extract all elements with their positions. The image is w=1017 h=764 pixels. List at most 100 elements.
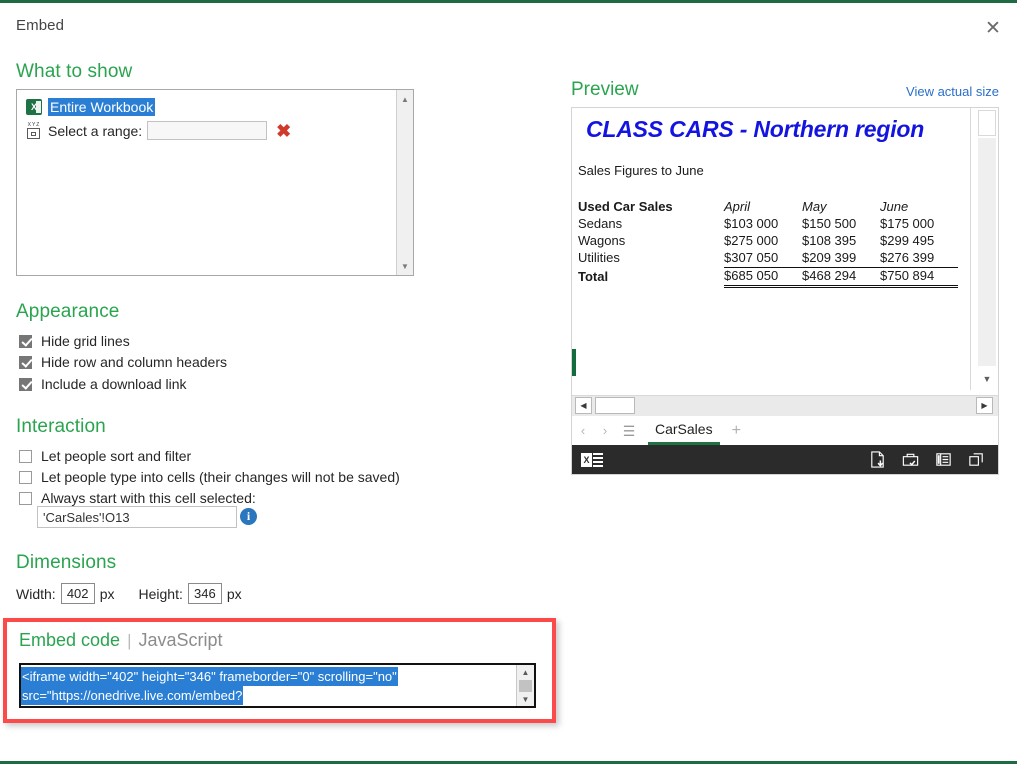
popout-icon[interactable]	[967, 450, 986, 469]
sheet-list-icon[interactable]: ☰	[616, 424, 642, 438]
embed-code-scrollbar[interactable]: ▲ ▼	[516, 665, 534, 706]
checkbox-hide-grid-lines[interactable]: Hide grid lines	[19, 333, 130, 349]
height-input[interactable]	[188, 583, 222, 604]
preview-footer-bar: X	[572, 445, 998, 474]
scroll-down-icon[interactable]: ▼	[397, 259, 413, 273]
excel-file-icon	[26, 99, 42, 115]
checkbox-label: Hide row and column headers	[41, 354, 227, 370]
checkbox-label: Hide grid lines	[41, 333, 130, 349]
appearance-heading: Appearance	[16, 301, 119, 323]
select-range-label: Select a range:	[48, 123, 142, 139]
checkbox-box[interactable]	[19, 471, 32, 484]
checkbox-label: Include a download link	[41, 376, 187, 392]
scroll-down-icon[interactable]: ▼	[517, 693, 534, 705]
column-header-april: April	[724, 199, 802, 216]
info-icon[interactable]: i	[240, 508, 257, 525]
checkbox-label: Let people type into cells (their change…	[41, 469, 400, 485]
checkbox-box[interactable]	[19, 492, 32, 505]
data-view-icon[interactable]	[934, 450, 953, 469]
cell-value: $750 894	[880, 268, 958, 287]
listbox-scrollbar[interactable]: ▲ ▼	[396, 90, 413, 275]
interaction-heading: Interaction	[16, 416, 106, 438]
start-cell-input[interactable]	[37, 506, 237, 528]
checkbox-box[interactable]	[19, 450, 32, 463]
table-total-row: Total $685 050 $468 294 $750 894	[578, 268, 958, 287]
checkbox-type-into-cells[interactable]: Let people type into cells (their change…	[19, 469, 400, 485]
selected-cell-marker	[572, 349, 576, 376]
row-label: Total	[578, 268, 724, 287]
what-to-show-listbox[interactable]: Entire Workbook XYZ Select a range: ✖ ▲ …	[16, 89, 414, 276]
checkbox-box[interactable]	[19, 335, 32, 348]
download-icon[interactable]	[868, 450, 887, 469]
sheet-tab-bar: ‹ › ☰ CarSales +	[572, 416, 998, 445]
scroll-right-icon[interactable]: ▶	[976, 397, 993, 414]
clear-range-icon[interactable]: ✖	[276, 122, 291, 140]
cell-value: $468 294	[802, 268, 880, 287]
excel-logo-icon: X	[581, 453, 603, 467]
sheet-subtitle: Sales Figures to June	[578, 163, 704, 178]
embed-code-panel: Embed code | JavaScript <iframe width="4…	[3, 618, 556, 723]
scroll-down-icon[interactable]: ▼	[978, 370, 996, 388]
tab-embed-code[interactable]: Embed code	[19, 630, 120, 651]
scroll-track[interactable]	[978, 138, 996, 366]
dialog-title: Embed	[16, 17, 64, 34]
checkbox-hide-row-column-headers[interactable]: Hide row and column headers	[19, 354, 227, 370]
dimensions-row: Width: px Height: px	[16, 583, 242, 604]
dimensions-heading: Dimensions	[16, 552, 116, 574]
range-input[interactable]	[147, 121, 267, 140]
cell-value: $209 399	[802, 250, 880, 268]
next-sheet-icon[interactable]: ›	[594, 423, 616, 438]
embed-code-tabs: Embed code | JavaScript	[19, 630, 223, 651]
entire-workbook-label: Entire Workbook	[48, 98, 155, 116]
tab-javascript[interactable]: JavaScript	[139, 630, 223, 651]
range-select-icon: XYZ	[26, 122, 42, 140]
preview-sheet[interactable]: CLASS CARS - Northern region Sales Figur…	[572, 108, 971, 390]
width-label: Width:	[16, 586, 56, 602]
cell-value: $307 050	[724, 250, 802, 268]
view-actual-size-link[interactable]: View actual size	[906, 84, 999, 99]
checkbox-label: Always start with this cell selected:	[41, 490, 256, 506]
checkbox-sort-and-filter[interactable]: Let people sort and filter	[19, 448, 191, 464]
tab-separator: |	[127, 631, 131, 651]
open-in-excel-icon[interactable]	[901, 450, 920, 469]
row-header: Used Car Sales	[578, 199, 724, 216]
checkbox-box[interactable]	[19, 378, 32, 391]
column-header-june: June	[880, 199, 958, 216]
prev-sheet-icon[interactable]: ‹	[572, 423, 594, 438]
cell-value: $276 399	[880, 250, 958, 268]
column-header-may: May	[802, 199, 880, 216]
scroll-thumb[interactable]	[595, 397, 635, 414]
height-unit: px	[227, 586, 242, 602]
checkbox-start-cell-selected[interactable]: Always start with this cell selected:	[19, 490, 256, 506]
cell-value: $108 395	[802, 233, 880, 250]
preview-horizontal-scrollbar[interactable]: ◀ ▶	[572, 395, 998, 416]
row-label: Sedans	[578, 216, 724, 233]
add-sheet-icon[interactable]: +	[732, 422, 741, 440]
width-input[interactable]	[61, 583, 95, 604]
preview-vertical-scrollbar[interactable]: ▲ ▼	[971, 108, 998, 390]
scroll-thumb[interactable]	[978, 110, 996, 136]
table-row: Wagons $275 000 $108 395 $299 495	[578, 233, 958, 250]
footer-icon-group	[868, 450, 986, 469]
checkbox-label: Let people sort and filter	[41, 448, 191, 464]
scroll-thumb[interactable]	[519, 680, 532, 692]
table-row: Sedans $103 000 $150 500 $175 000	[578, 216, 958, 233]
list-item-entire-workbook[interactable]: Entire Workbook	[26, 98, 155, 116]
scroll-left-icon[interactable]: ◀	[575, 397, 592, 414]
cell-value: $175 000	[880, 216, 958, 233]
width-unit: px	[100, 586, 115, 602]
embed-code-textarea[interactable]: <iframe width="402" height="346" framebo…	[19, 663, 536, 708]
scroll-up-icon[interactable]: ▲	[517, 666, 534, 678]
checkbox-include-download-link[interactable]: Include a download link	[19, 376, 187, 392]
sheet-tab-carsales[interactable]: CarSales	[648, 417, 720, 445]
scroll-up-icon[interactable]: ▲	[397, 92, 413, 106]
cell-value: $685 050	[724, 268, 802, 287]
row-label: Wagons	[578, 233, 724, 250]
cell-value: $275 000	[724, 233, 802, 250]
table-header-row: Used Car Sales April May June	[578, 199, 958, 216]
preview-heading: Preview	[571, 79, 639, 101]
sales-table: Used Car Sales April May June Sedans $10…	[578, 199, 958, 288]
checkbox-box[interactable]	[19, 356, 32, 369]
list-item-select-range[interactable]: XYZ Select a range: ✖	[26, 121, 291, 140]
close-icon[interactable]: ✕	[979, 14, 1007, 42]
